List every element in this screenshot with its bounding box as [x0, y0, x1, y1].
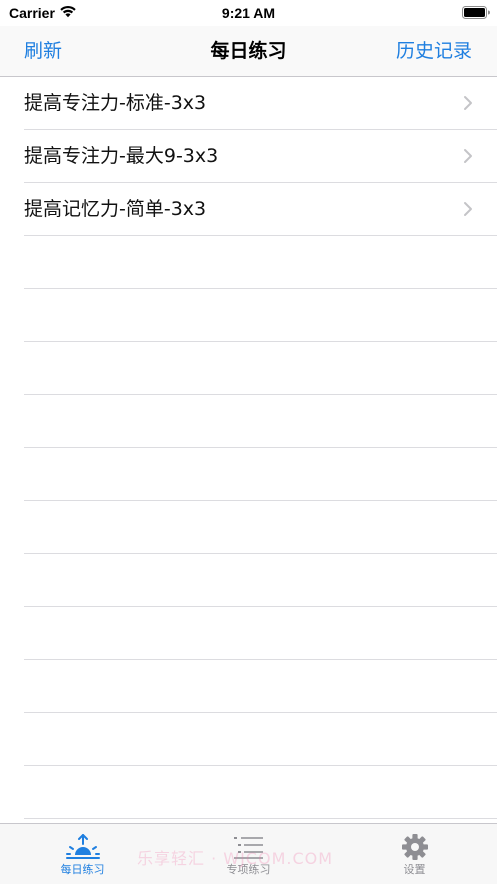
empty-row-separator — [24, 660, 497, 713]
list-item[interactable]: 提高记忆力-简单-3x3 — [24, 183, 497, 236]
empty-row-separator — [24, 554, 497, 607]
list-item[interactable]: 提高专注力-标准-3x3 — [24, 77, 497, 130]
chevron-right-icon — [464, 202, 472, 216]
navigation-bar: 刷新 每日练习 历史记录 — [0, 26, 497, 77]
list-item-label: 提高专注力-最大9-3x3 — [24, 145, 219, 167]
empty-row-separator — [24, 607, 497, 660]
history-button[interactable]: 历史记录 — [396, 38, 472, 64]
empty-row-separator — [24, 713, 497, 766]
list-icon — [233, 837, 263, 859]
tab-special-practice[interactable]: 专项练习 — [166, 824, 331, 884]
battery-icon — [462, 6, 490, 19]
list-item[interactable]: 提高专注力-最大9-3x3 — [24, 130, 497, 183]
empty-row-separator — [24, 448, 497, 501]
tab-bar: 每日练习 专项练习 设置 乐享轻汇 · WJCOM.COM — [0, 823, 497, 884]
chevron-right-icon — [464, 96, 472, 110]
empty-row-separator — [24, 395, 497, 448]
tab-daily-practice-label: 每日练习 — [60, 863, 105, 876]
empty-row-separator — [24, 501, 497, 554]
gear-icon — [401, 834, 428, 860]
status-time: 9:21 AM — [221, 5, 276, 21]
tab-settings[interactable]: 设置 — [332, 824, 497, 884]
tab-daily-practice[interactable]: 每日练习 — [0, 824, 165, 884]
status-bar: Carrier 9:21 AM — [0, 0, 497, 26]
empty-row-separator — [24, 236, 497, 289]
tab-special-practice-label: 专项练习 — [226, 863, 271, 876]
empty-row-separator — [24, 766, 497, 819]
empty-row-separator — [24, 289, 497, 342]
list-item-label: 提高专注力-标准-3x3 — [24, 92, 207, 114]
empty-row-separator — [24, 342, 497, 395]
tab-settings-label: 设置 — [403, 863, 426, 876]
exercise-list: 提高专注力-标准-3x3 提高专注力-最大9-3x3 提高记忆力-简单-3x3 — [0, 77, 497, 823]
sunrise-icon — [65, 834, 100, 859]
list-item-label: 提高记忆力-简单-3x3 — [24, 198, 207, 220]
chevron-right-icon — [464, 149, 472, 163]
